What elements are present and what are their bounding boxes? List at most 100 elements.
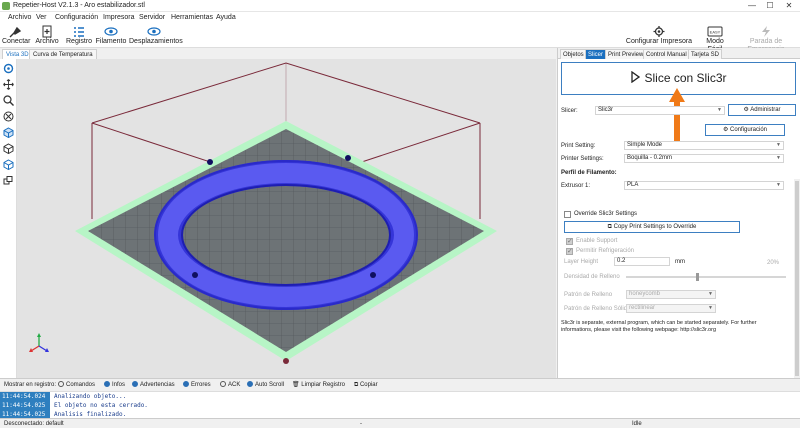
menu-archivo[interactable]: Archivo	[8, 13, 31, 23]
log-filter-bar: Mostrar en registro: Comandos Infos Adve…	[0, 378, 800, 391]
maximize-button[interactable]: ☐	[762, 0, 778, 12]
eye-icon	[147, 27, 161, 36]
zoom-icon[interactable]	[3, 95, 14, 106]
scrollbar-thumb[interactable]	[795, 181, 799, 376]
radio-icon	[132, 381, 138, 387]
filter-commands[interactable]: Comandos	[58, 381, 95, 390]
filament-button[interactable]: Filamento	[95, 25, 127, 46]
cube-front-icon[interactable]	[3, 127, 14, 138]
chevron-down-icon: ▼	[708, 291, 713, 297]
extruder-select[interactable]: PLA ▼	[624, 181, 784, 190]
enable-support-label: Enable Support	[576, 238, 618, 244]
layer-height-input[interactable]: 0.2	[614, 257, 670, 266]
play-icon	[631, 70, 641, 84]
print-setting-label: Print Setting:	[561, 143, 596, 149]
file-add-icon	[42, 25, 52, 38]
slicer-label: Slicer:	[561, 108, 578, 114]
tab-objects[interactable]: Objetos	[560, 49, 587, 59]
chevron-down-icon: ▼	[708, 305, 713, 311]
connect-button[interactable]: Conectar	[2, 25, 31, 46]
log-message: Analisis finalizado.	[54, 411, 127, 418]
infill-slider-thumb[interactable]	[696, 273, 700, 281]
log-timestamp: 11:44:54.025	[0, 401, 50, 410]
scene-canvas[interactable]	[17, 59, 556, 378]
manage-button[interactable]: ⚙ Administrar	[728, 104, 796, 116]
3d-viewport[interactable]	[17, 59, 556, 378]
tab-temperature-curve[interactable]: Curva de Temperatura	[29, 49, 97, 59]
extruder-label: Extrusor 1:	[561, 183, 591, 189]
log-button[interactable]: Registro	[66, 25, 92, 46]
fit-view-icon[interactable]	[3, 111, 14, 122]
cubes-icon[interactable]	[3, 175, 14, 186]
printer-settings-value: Boquilla - 0.2mm	[627, 155, 673, 161]
eye-icon	[104, 27, 118, 36]
configuration-button[interactable]: ⚙ Configuración	[705, 124, 785, 136]
print-bed	[75, 121, 497, 361]
filter-ack[interactable]: ACK	[220, 381, 240, 390]
menu-impresora[interactable]: Impresora	[103, 13, 135, 23]
trash-icon: 🗑	[292, 382, 302, 388]
filament-profile-heading: Perfil de Filamento:	[561, 170, 617, 176]
connection-status: Desconectado: default	[4, 421, 64, 427]
radio-icon	[58, 381, 64, 387]
close-button[interactable]: ✕	[781, 0, 797, 12]
copy-settings-label: Copy Print Settings to Override	[613, 224, 697, 230]
file-button[interactable]: Archivo	[34, 25, 60, 46]
log-area[interactable]: 11:44:54.024 Analizando objeto... 11:44:5…	[0, 391, 800, 419]
infill-slider[interactable]	[626, 273, 786, 281]
ring-hole	[192, 272, 198, 278]
copy-settings-button[interactable]: ⧉ Copy Print Settings to Override	[564, 221, 740, 233]
view-tabs: Vista 3D Curva de Temperatura	[0, 48, 556, 59]
cube-top-icon[interactable]	[3, 143, 14, 154]
cooling-checkbox[interactable]	[566, 247, 573, 255]
copy-log-button[interactable]: ⧉ Copiar	[354, 381, 378, 390]
clear-log-label: Limpiar Registro	[301, 382, 345, 388]
slicer-select[interactable]: Slic3r ▼	[595, 106, 725, 115]
filter-warnings[interactable]: Advertencias	[132, 381, 175, 390]
easy-mode-icon: EASY	[707, 26, 723, 37]
override-checkbox[interactable]	[564, 211, 571, 218]
enable-support-checkbox[interactable]	[566, 237, 573, 245]
list-icon	[74, 27, 84, 37]
filter-errors-label: Errores	[191, 382, 211, 388]
print-setting-select[interactable]: Simple Mode ▼	[624, 141, 784, 150]
menu-ayuda[interactable]: Ayuda	[216, 13, 236, 23]
infill-pattern-select[interactable]: honeycomb ▼	[626, 290, 716, 299]
connect-label: Conectar	[2, 38, 31, 45]
log-message: El objeto no esta cerrado.	[54, 402, 148, 409]
printer-settings-select[interactable]: Boquilla - 0.2mm ▼	[624, 154, 784, 163]
menu-configuracion[interactable]: Configuración	[55, 13, 98, 23]
filter-autoscroll[interactable]: Auto Scroll	[247, 381, 284, 390]
tab-manual-control[interactable]: Control Manual	[643, 49, 690, 59]
minimize-button[interactable]: —	[744, 0, 760, 12]
infill-label: Densidad de Relleno	[564, 274, 620, 280]
override-label: Override Slic3r Settings	[574, 211, 638, 217]
filter-errors[interactable]: Errores	[183, 381, 211, 390]
right-tabs: Objetos Slicer Print Preview Control Man…	[558, 48, 800, 59]
file-label: Archivo	[35, 38, 59, 45]
menu-herramientas[interactable]: Herramientas	[171, 13, 213, 23]
cube-side-icon[interactable]	[3, 159, 14, 170]
log-label: Registro	[66, 38, 93, 45]
tab-3d-view[interactable]: Vista 3D	[2, 49, 33, 59]
solid-pattern-select[interactable]: rectilinear ▼	[626, 304, 716, 313]
slice-button-label: Slice con Slic3r	[644, 71, 727, 85]
panel-scrollbar[interactable]	[794, 179, 800, 378]
layer-height-unit: mm	[675, 259, 685, 265]
filter-ack-label: ACK	[228, 382, 241, 388]
menu-ver[interactable]: Ver	[36, 13, 47, 23]
tab-print-preview[interactable]: Print Preview	[605, 49, 647, 59]
travel-button[interactable]: Desplazamientos	[129, 25, 183, 46]
log-timestamp: 11:44:54.024	[0, 392, 50, 401]
printer-config-button[interactable]: Configurar Impresora	[620, 25, 698, 46]
radio-icon	[104, 381, 110, 387]
layer-height-value: 0.2	[617, 258, 626, 264]
plug-icon	[9, 26, 22, 38]
rotate-icon[interactable]	[3, 63, 14, 74]
tab-slicer[interactable]: Slicer	[585, 49, 607, 59]
menu-servidor[interactable]: Servidor	[139, 13, 165, 23]
tab-sd-card[interactable]: Tarjeta SD	[688, 49, 723, 59]
clear-log-button[interactable]: 🗑 Limpiar Registro	[292, 381, 345, 390]
filter-infos[interactable]: Infos	[104, 381, 125, 390]
move-icon[interactable]	[3, 79, 14, 90]
